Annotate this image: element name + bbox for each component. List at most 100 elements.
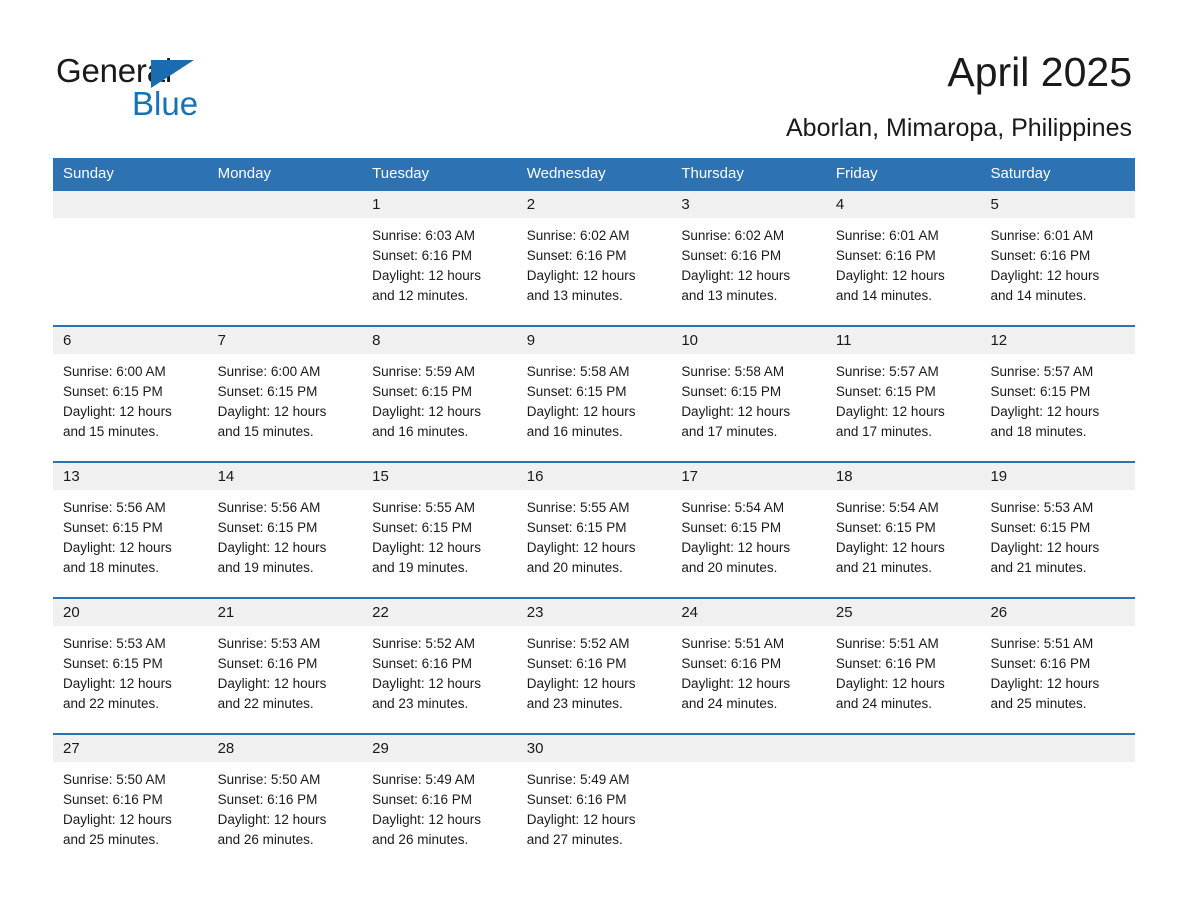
sunrise-text: Sunrise: 6:02 AM bbox=[526, 228, 630, 243]
day-number[interactable]: 21 bbox=[208, 599, 363, 626]
daylight-text-line1: Daylight: 12 hours bbox=[835, 540, 945, 555]
sunset-text: Sunset: 6:15 PM bbox=[526, 520, 627, 535]
day-number[interactable]: 10 bbox=[671, 327, 826, 354]
sunrise-text: Sunrise: 5:50 AM bbox=[217, 772, 321, 787]
day-cell[interactable]: Sunrise: 5:53 AM Sunset: 6:16 PM Dayligh… bbox=[208, 626, 363, 733]
daylight-text-line1: Daylight: 12 hours bbox=[217, 540, 327, 555]
day-cell[interactable]: Sunrise: 5:49 AM Sunset: 6:16 PM Dayligh… bbox=[362, 762, 517, 866]
day-number[interactable] bbox=[208, 191, 363, 218]
sunset-text: Sunset: 6:15 PM bbox=[63, 520, 163, 535]
calendar-table: Sunday Monday Tuesday Wednesday Thursday… bbox=[53, 158, 1135, 866]
brand-logo[interactable]: General Blue bbox=[56, 52, 286, 124]
sunset-text: Sunset: 6:16 PM bbox=[835, 656, 936, 671]
week-day-numbers: 1 2 3 4 5 bbox=[53, 191, 1135, 218]
daylight-text-line1: Daylight: 12 hours bbox=[372, 404, 481, 419]
day-number[interactable]: 29 bbox=[362, 735, 517, 762]
sunrise-text: Sunrise: 5:53 AM bbox=[990, 500, 1094, 515]
day-cell[interactable]: Sunrise: 5:59 AM Sunset: 6:15 PM Dayligh… bbox=[362, 354, 517, 461]
day-number[interactable]: 26 bbox=[980, 599, 1135, 626]
day-cell[interactable]: Sunrise: 6:01 AM Sunset: 6:16 PM Dayligh… bbox=[980, 218, 1135, 325]
day-number[interactable]: 16 bbox=[517, 463, 672, 490]
day-cell[interactable]: Sunrise: 5:51 AM Sunset: 6:16 PM Dayligh… bbox=[671, 626, 826, 733]
day-cell[interactable]: Sunrise: 5:51 AM Sunset: 6:16 PM Dayligh… bbox=[826, 626, 981, 733]
day-cell[interactable]: Sunrise: 6:01 AM Sunset: 6:16 PM Dayligh… bbox=[826, 218, 981, 325]
day-number[interactable]: 24 bbox=[671, 599, 826, 626]
day-cell[interactable]: Sunrise: 5:55 AM Sunset: 6:15 PM Dayligh… bbox=[517, 490, 672, 597]
day-cell[interactable] bbox=[208, 218, 363, 325]
day-cell[interactable]: Sunrise: 5:54 AM Sunset: 6:15 PM Dayligh… bbox=[826, 490, 981, 597]
day-number[interactable]: 15 bbox=[362, 463, 517, 490]
sunrise-text: Sunrise: 5:52 AM bbox=[372, 636, 475, 651]
day-number[interactable]: 9 bbox=[517, 327, 672, 354]
day-cell[interactable]: Sunrise: 5:56 AM Sunset: 6:15 PM Dayligh… bbox=[208, 490, 363, 597]
day-number[interactable]: 25 bbox=[826, 599, 981, 626]
day-number[interactable]: 3 bbox=[671, 191, 826, 218]
day-number[interactable] bbox=[53, 191, 208, 218]
day-cell[interactable]: Sunrise: 6:00 AM Sunset: 6:15 PM Dayligh… bbox=[53, 354, 208, 461]
daylight-text-line2: and 17 minutes. bbox=[835, 424, 932, 439]
day-cell[interactable]: Sunrise: 5:58 AM Sunset: 6:15 PM Dayligh… bbox=[671, 354, 826, 461]
day-number[interactable]: 14 bbox=[208, 463, 363, 490]
sunset-text: Sunset: 6:15 PM bbox=[63, 384, 163, 399]
day-number[interactable]: 11 bbox=[826, 327, 981, 354]
day-cell[interactable]: Sunrise: 5:53 AM Sunset: 6:15 PM Dayligh… bbox=[53, 626, 208, 733]
day-number[interactable]: 28 bbox=[208, 735, 363, 762]
day-cell[interactable]: Sunrise: 5:57 AM Sunset: 6:15 PM Dayligh… bbox=[980, 354, 1135, 461]
day-number[interactable]: 30 bbox=[517, 735, 672, 762]
day-cell[interactable]: Sunrise: 5:49 AM Sunset: 6:16 PM Dayligh… bbox=[517, 762, 672, 866]
day-number[interactable]: 27 bbox=[53, 735, 208, 762]
sunset-text: Sunset: 6:16 PM bbox=[217, 656, 318, 671]
day-cell[interactable]: Sunrise: 5:58 AM Sunset: 6:15 PM Dayligh… bbox=[517, 354, 672, 461]
day-cell[interactable]: Sunrise: 5:50 AM Sunset: 6:16 PM Dayligh… bbox=[53, 762, 208, 866]
day-number[interactable]: 12 bbox=[980, 327, 1135, 354]
daylight-text-line1: Daylight: 12 hours bbox=[681, 268, 791, 283]
day-number[interactable]: 7 bbox=[208, 327, 363, 354]
day-number[interactable]: 5 bbox=[980, 191, 1135, 218]
day-number[interactable]: 20 bbox=[53, 599, 208, 626]
day-number[interactable]: 8 bbox=[362, 327, 517, 354]
day-cell[interactable]: Sunrise: 6:00 AM Sunset: 6:15 PM Dayligh… bbox=[208, 354, 363, 461]
day-number[interactable]: 6 bbox=[53, 327, 208, 354]
day-number[interactable]: 22 bbox=[362, 599, 517, 626]
calendar-week-row: 13 14 15 16 17 18 19 Sunrise: 5:56 AM Su… bbox=[53, 461, 1135, 597]
day-cell[interactable] bbox=[826, 762, 981, 866]
day-cell[interactable]: Sunrise: 6:03 AM Sunset: 6:16 PM Dayligh… bbox=[362, 218, 517, 325]
day-number[interactable]: 19 bbox=[980, 463, 1135, 490]
day-number[interactable]: 1 bbox=[362, 191, 517, 218]
day-cell[interactable]: Sunrise: 5:57 AM Sunset: 6:15 PM Dayligh… bbox=[826, 354, 981, 461]
day-cell[interactable]: Sunrise: 5:55 AM Sunset: 6:15 PM Dayligh… bbox=[362, 490, 517, 597]
day-cell[interactable]: Sunrise: 5:56 AM Sunset: 6:15 PM Dayligh… bbox=[53, 490, 208, 597]
day-cell[interactable]: Sunrise: 6:02 AM Sunset: 6:16 PM Dayligh… bbox=[671, 218, 826, 325]
daylight-text-line1: Daylight: 12 hours bbox=[990, 676, 1100, 691]
daylight-text-line2: and 26 minutes. bbox=[217, 832, 314, 847]
daylight-text-line1: Daylight: 12 hours bbox=[372, 540, 481, 555]
day-cell[interactable]: Sunrise: 5:51 AM Sunset: 6:16 PM Dayligh… bbox=[980, 626, 1135, 733]
day-number[interactable]: 23 bbox=[517, 599, 672, 626]
day-cell[interactable]: Sunrise: 6:02 AM Sunset: 6:16 PM Dayligh… bbox=[517, 218, 672, 325]
day-cell[interactable] bbox=[671, 762, 826, 866]
daylight-text-line2: and 14 minutes. bbox=[835, 288, 932, 303]
day-cell[interactable]: Sunrise: 5:52 AM Sunset: 6:16 PM Dayligh… bbox=[517, 626, 672, 733]
day-number[interactable] bbox=[671, 735, 826, 762]
sunset-text: Sunset: 6:15 PM bbox=[835, 384, 936, 399]
daylight-text-line2: and 27 minutes. bbox=[526, 832, 623, 847]
sunset-text: Sunset: 6:15 PM bbox=[681, 384, 782, 399]
day-cell[interactable]: Sunrise: 5:50 AM Sunset: 6:16 PM Dayligh… bbox=[208, 762, 363, 866]
sunrise-text: Sunrise: 6:01 AM bbox=[835, 228, 939, 243]
day-number[interactable]: 2 bbox=[517, 191, 672, 218]
day-cell[interactable]: Sunrise: 5:52 AM Sunset: 6:16 PM Dayligh… bbox=[362, 626, 517, 733]
day-number[interactable] bbox=[980, 735, 1135, 762]
day-cell[interactable] bbox=[53, 218, 208, 325]
day-number[interactable]: 18 bbox=[826, 463, 981, 490]
day-number[interactable]: 17 bbox=[671, 463, 826, 490]
weekday-tuesday: Tuesday bbox=[372, 165, 430, 182]
daylight-text-line2: and 14 minutes. bbox=[990, 288, 1087, 303]
day-number[interactable]: 4 bbox=[826, 191, 981, 218]
day-cell[interactable] bbox=[980, 762, 1135, 866]
day-number[interactable]: 13 bbox=[53, 463, 208, 490]
day-number[interactable] bbox=[826, 735, 981, 762]
day-cell[interactable]: Sunrise: 5:54 AM Sunset: 6:15 PM Dayligh… bbox=[671, 490, 826, 597]
day-cell[interactable]: Sunrise: 5:53 AM Sunset: 6:15 PM Dayligh… bbox=[980, 490, 1135, 597]
weekday-friday: Friday bbox=[835, 165, 878, 182]
sunset-text: Sunset: 6:15 PM bbox=[372, 520, 472, 535]
